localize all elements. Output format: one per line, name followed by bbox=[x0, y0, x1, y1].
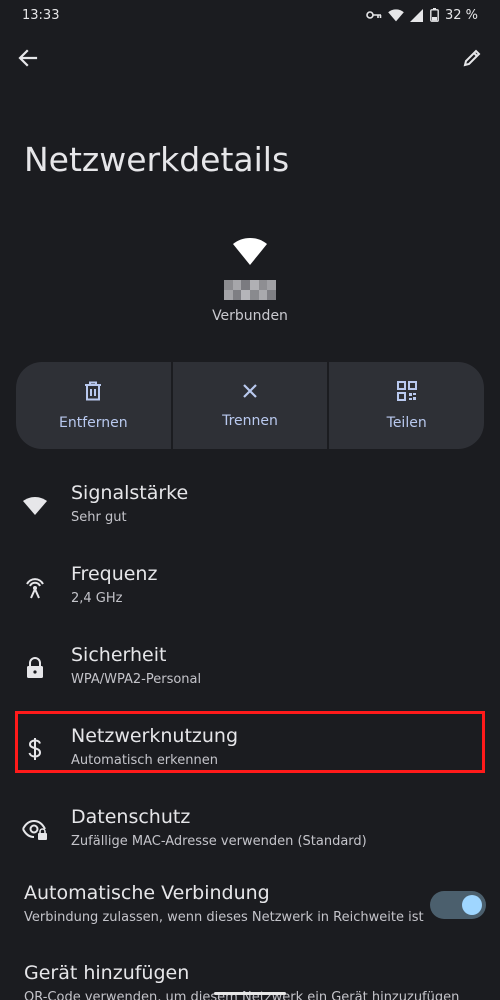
arrow-back-icon bbox=[18, 48, 38, 72]
action-bar: Entfernen Trennen Teilen bbox=[16, 362, 484, 449]
detail-value: 2,4 GHz bbox=[71, 591, 123, 606]
detail-security: Sicherheit WPA/WPA2-Personal bbox=[0, 635, 500, 705]
detail-value: Zufällige MAC-Adresse verwenden (Standar… bbox=[71, 834, 367, 849]
app-bar bbox=[0, 40, 500, 80]
privacy-eye-icon bbox=[22, 817, 48, 843]
detail-value: WPA/WPA2-Personal bbox=[71, 672, 202, 687]
remove-button[interactable]: Entfernen bbox=[16, 362, 173, 449]
detail-value: Automatisch erkennen bbox=[71, 753, 218, 768]
network-hero: Verbunden bbox=[0, 238, 500, 324]
detail-frequency: Frequenz 2,4 GHz bbox=[0, 554, 500, 624]
detail-signal-strength: Signalstärke Sehr gut bbox=[0, 473, 500, 543]
status-bar: 13:33 32 % bbox=[0, 0, 500, 30]
lock-icon bbox=[22, 655, 48, 681]
switch-thumb bbox=[462, 895, 482, 915]
trash-icon bbox=[84, 381, 102, 405]
dollar-icon bbox=[22, 736, 48, 762]
battery-percent: 32 % bbox=[444, 7, 478, 23]
status-icons: 32 % bbox=[366, 8, 478, 23]
detail-value: Sehr gut bbox=[71, 510, 127, 525]
add-device-title: Gerät hinzufügen bbox=[24, 962, 190, 984]
network-name-redacted bbox=[224, 280, 276, 300]
auto-connect-subtitle: Verbindung zulassen, wenn dieses Netzwer… bbox=[24, 910, 424, 925]
connection-status: Verbunden bbox=[212, 308, 288, 324]
auto-connect-switch[interactable] bbox=[430, 891, 486, 919]
disconnect-label: Trennen bbox=[222, 412, 278, 429]
battery-icon bbox=[430, 8, 439, 22]
page-title: Netzwerkdetails bbox=[24, 140, 290, 179]
share-button[interactable]: Teilen bbox=[329, 362, 484, 449]
wifi-icon bbox=[0, 238, 500, 266]
detail-title: Frequenz bbox=[71, 563, 158, 585]
close-icon bbox=[242, 383, 258, 403]
status-time: 13:33 bbox=[22, 7, 60, 23]
back-button[interactable] bbox=[14, 46, 42, 74]
detail-network-usage[interactable]: Netzwerknutzung Automatisch erkennen bbox=[0, 716, 500, 786]
disconnect-button[interactable]: Trennen bbox=[173, 362, 330, 449]
wifi-status-icon bbox=[388, 8, 404, 22]
detail-title: Signalstärke bbox=[71, 482, 189, 504]
detail-title: Datenschutz bbox=[71, 806, 191, 828]
auto-connect-title: Automatische Verbindung bbox=[24, 882, 270, 904]
share-label: Teilen bbox=[386, 414, 427, 431]
gesture-nav-handle[interactable] bbox=[214, 992, 286, 995]
qr-code-icon bbox=[396, 380, 417, 405]
detail-title: Netzwerknutzung bbox=[71, 725, 239, 747]
edit-button[interactable] bbox=[458, 46, 486, 74]
pencil-icon bbox=[462, 48, 482, 72]
antenna-icon bbox=[22, 574, 48, 600]
signal-icon bbox=[409, 8, 424, 22]
remove-label: Entfernen bbox=[59, 414, 128, 431]
vpn-key-icon bbox=[366, 10, 382, 20]
auto-connect-row[interactable]: Automatische Verbindung Verbindung zulas… bbox=[0, 880, 500, 940]
detail-title: Sicherheit bbox=[71, 644, 167, 666]
detail-privacy[interactable]: Datenschutz Zufällige MAC-Adresse verwen… bbox=[0, 797, 500, 867]
wifi-icon bbox=[22, 493, 48, 519]
